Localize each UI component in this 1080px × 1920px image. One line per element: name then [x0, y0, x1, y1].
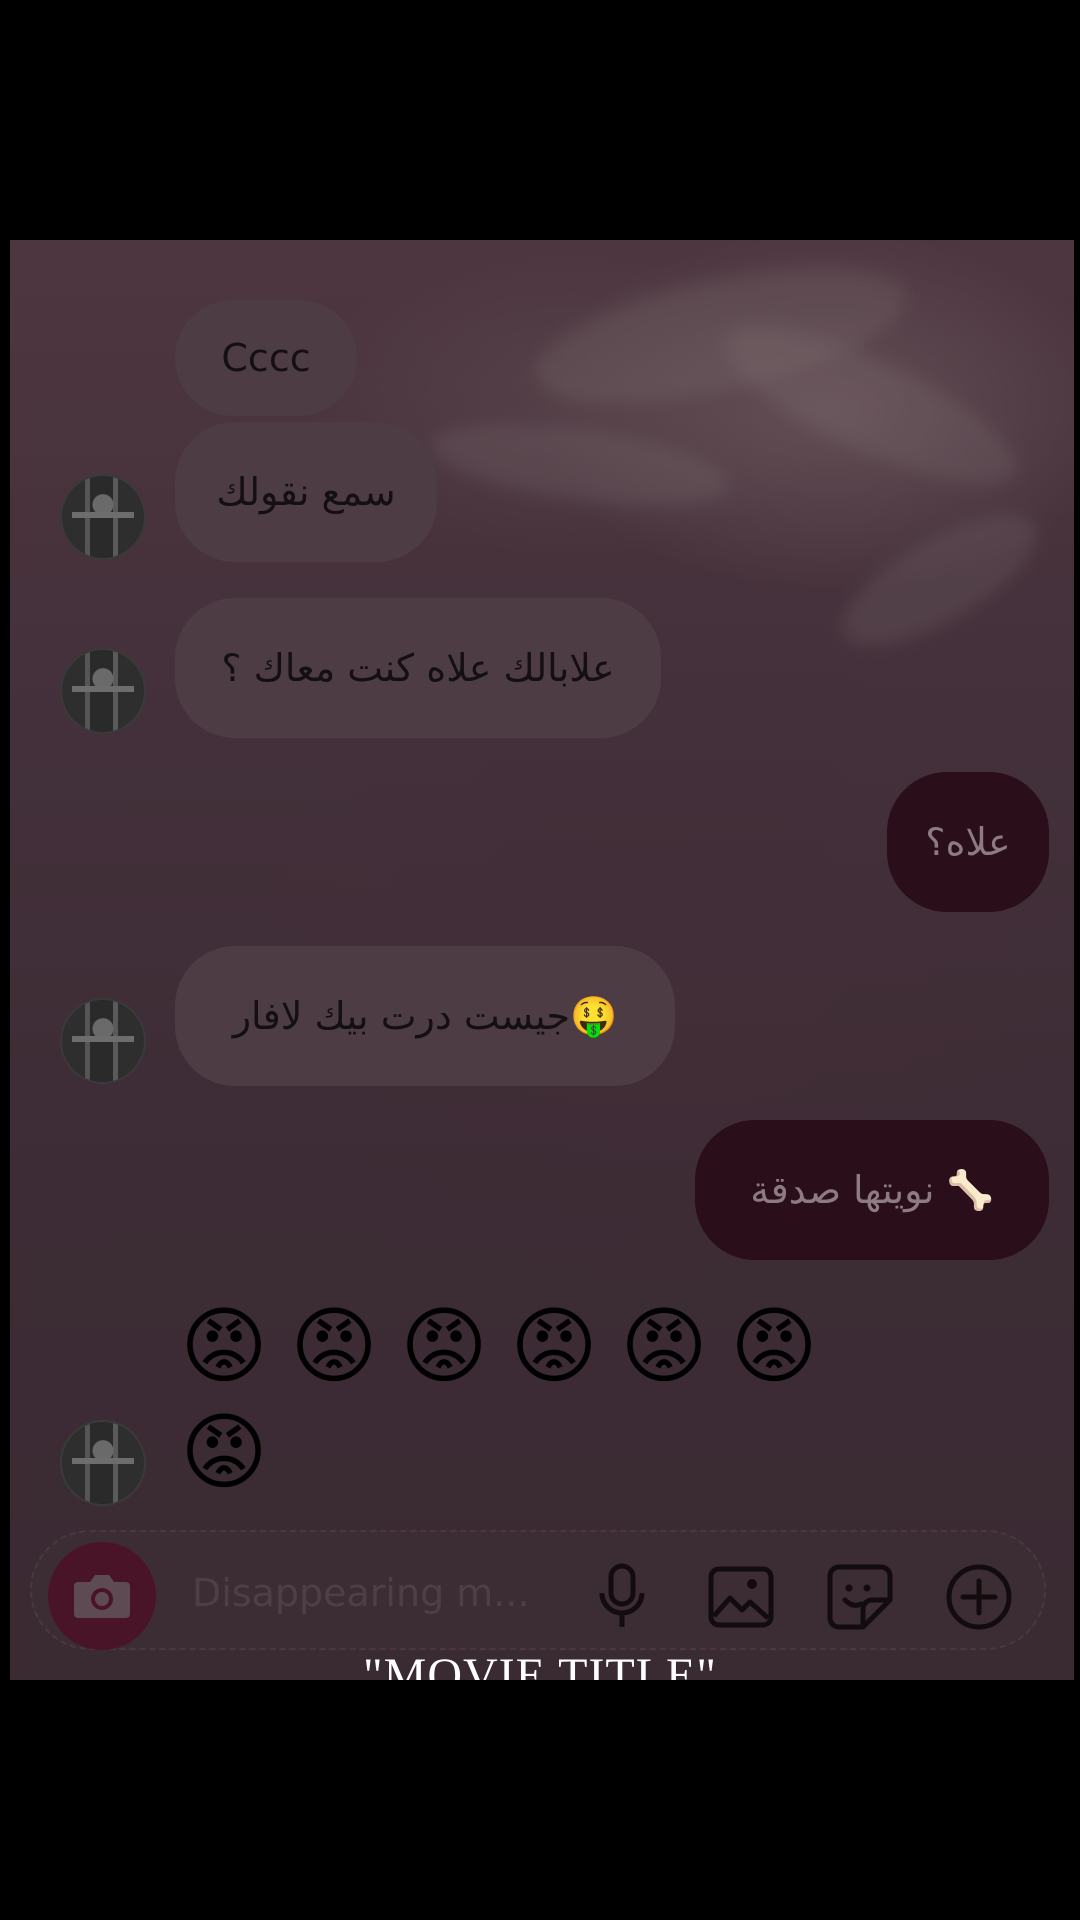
more-options-button[interactable] — [944, 1562, 1014, 1632]
chat-screen: Cccc سمع نقولك علابالك علاه كنت معاك ؟ ع… — [10, 240, 1074, 1680]
camera-icon — [74, 1575, 130, 1618]
movie-title-caption: "MOVIE TITLE" — [363, 1649, 717, 1680]
angry-face-emoji: 😡 — [180, 1403, 268, 1501]
message-text: علابالك علاه كنت معاك ؟ — [221, 646, 615, 690]
message-text: Cccc — [221, 336, 311, 380]
angry-face-emoji: 😡 — [510, 1297, 598, 1395]
angry-face-emoji: 😡 — [290, 1297, 378, 1395]
angry-face-emoji: 😡 — [730, 1297, 818, 1395]
message-text: علاه؟ — [925, 820, 1011, 864]
sticker-button[interactable] — [825, 1562, 895, 1632]
message-bubble-outgoing[interactable]: علاه؟ — [887, 772, 1049, 912]
message-text: 🤑جيست درت بيك لافار — [232, 994, 618, 1038]
angry-face-emoji: 😡 — [620, 1297, 708, 1395]
microphone-icon — [599, 1563, 645, 1627]
message-bubble-incoming[interactable]: علابالك علاه كنت معاك ؟ — [175, 598, 661, 738]
contact-avatar[interactable] — [60, 998, 146, 1084]
gallery-button[interactable] — [706, 1562, 776, 1632]
message-bubble-incoming[interactable]: 🤑جيست درت بيك لافار — [175, 946, 675, 1086]
message-composer — [30, 1530, 1046, 1650]
message-bubble-incoming[interactable]: Cccc — [175, 300, 357, 416]
message-input[interactable] — [190, 1566, 534, 1620]
message-bubble-outgoing[interactable]: 🦴 نويتها صدقة — [695, 1120, 1049, 1260]
angry-face-emoji: 😡 — [180, 1297, 268, 1395]
message-bubble-incoming[interactable]: سمع نقولك — [175, 422, 437, 562]
background-texture — [824, 490, 1056, 670]
angry-face-emoji: 😡 — [400, 1297, 488, 1395]
contact-avatar[interactable] — [60, 648, 146, 734]
background-texture — [426, 409, 734, 521]
message-text: 🦴 نويتها صدقة — [750, 1168, 994, 1212]
contact-avatar[interactable] — [60, 1420, 146, 1506]
plus-circle-icon — [946, 1564, 1012, 1630]
message-text: سمع نقولك — [216, 470, 396, 514]
sticker-icon — [827, 1564, 893, 1630]
contact-avatar[interactable] — [60, 474, 146, 560]
caption-overlay: "MOVIE TITLE" — [0, 1640, 1080, 1680]
microphone-button[interactable] — [587, 1562, 657, 1632]
gallery-icon — [708, 1566, 774, 1628]
camera-button[interactable] — [48, 1542, 156, 1650]
